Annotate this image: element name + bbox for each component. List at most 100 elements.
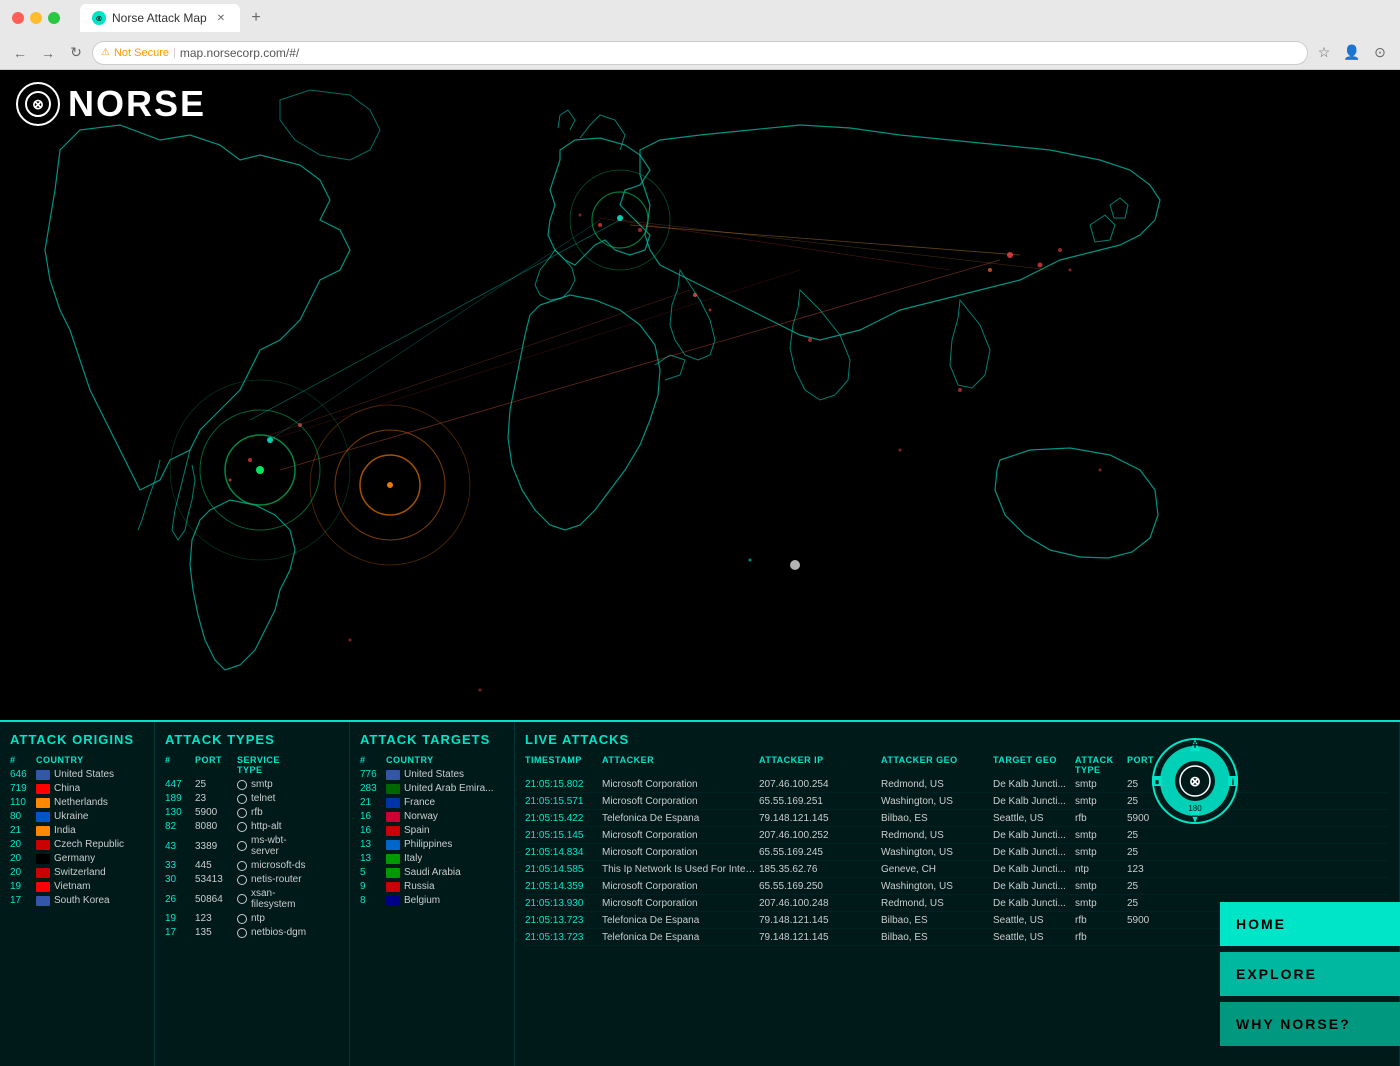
target-country: Belgium: [404, 895, 440, 906]
live-ageo: Washington, US: [881, 847, 991, 858]
types-section: ATTACK TYPES # PORT SERVICE TYPE 447 25 …: [155, 722, 350, 1066]
live-ageo: Bilbao, ES: [881, 813, 991, 824]
origins-col-country: COUNTRY: [36, 755, 114, 765]
new-tab-button[interactable]: +: [244, 6, 268, 30]
origin-count: 17: [10, 895, 34, 906]
origins-col-hash: #: [10, 755, 34, 765]
live-port: 25: [1127, 898, 1162, 909]
targets-col-hash: #: [360, 755, 384, 765]
world-map-svg: [0, 70, 1400, 720]
live-ageo: Bilbao, ES: [881, 932, 991, 943]
norse-logo-text: NORSE: [68, 83, 206, 125]
live-attacker: Telefonica De Espana: [602, 813, 757, 824]
origins-col-num: [116, 755, 144, 765]
type-count: 33: [165, 860, 193, 871]
active-tab[interactable]: ⊗ Norse Attack Map ✕: [80, 4, 240, 32]
live-ts: 21:05:15.422: [525, 813, 600, 824]
types-rows: 447 25 smtp 189 23 telnet 130 5900 rfb: [165, 779, 339, 938]
type-row: 43 3389 ms-wbt-server: [165, 835, 339, 857]
flag: [36, 882, 50, 892]
live-type: smtp: [1075, 830, 1125, 841]
target-flag: [386, 868, 400, 878]
close-button[interactable]: [12, 12, 24, 24]
origins-header: # COUNTRY: [10, 755, 144, 765]
origin-count: 19: [10, 881, 34, 892]
type-service: ntp: [251, 913, 265, 924]
live-attacker: Microsoft Corporation: [602, 796, 757, 807]
nav-home-button[interactable]: HOME: [1220, 902, 1400, 946]
target-country: Russia: [404, 881, 435, 892]
live-attacker: Microsoft Corporation: [602, 847, 757, 858]
country-name: Czech Republic: [54, 839, 124, 850]
live-attacker: Telefonica De Espana: [602, 915, 757, 926]
country-name: India: [54, 825, 76, 836]
back-button[interactable]: ←: [8, 41, 32, 65]
tab-title: Norse Attack Map: [112, 11, 207, 25]
live-port: 5900: [1127, 915, 1162, 926]
target-country: Philippines: [404, 839, 452, 850]
live-ageo: Bilbao, ES: [881, 915, 991, 926]
live-ageo: Redmond, US: [881, 779, 991, 790]
target-flag: [386, 770, 400, 780]
forward-button[interactable]: →: [36, 41, 60, 65]
right-nav-panel: HOME EXPLORE WHY NORSE?: [1200, 720, 1400, 1066]
type-icon: [237, 928, 247, 938]
live-ts: 21:05:15.145: [525, 830, 600, 841]
live-attacker: This Ip Network Is Used For Internet Sec…: [602, 864, 757, 875]
country-name: Ukraine: [54, 811, 88, 822]
reload-button[interactable]: ↻: [64, 41, 88, 65]
address-bar[interactable]: ⚠ Not Secure | map.norsecorp.com/#/: [92, 41, 1308, 65]
types-title: ATTACK TYPES: [165, 732, 339, 747]
origin-count: 719: [10, 783, 34, 794]
live-col-ts: TIMESTAMP: [525, 755, 600, 775]
extensions-button[interactable]: ⊙: [1368, 41, 1392, 65]
type-service: ms-wbt-server: [251, 835, 307, 857]
nav-why-button[interactable]: WHY NORSE?: [1220, 1002, 1400, 1046]
types-header: # PORT SERVICE TYPE: [165, 755, 339, 775]
target-flag: [386, 854, 400, 864]
tab-bar: ⊗ Norse Attack Map ✕ +: [72, 1, 276, 35]
bookmark-button[interactable]: ☆: [1312, 41, 1336, 65]
type-service: http-alt: [251, 821, 282, 832]
minimize-button[interactable]: [30, 12, 42, 24]
origin-row: 17 South Korea: [10, 895, 144, 906]
svg-text:⏸: ⏸: [1155, 777, 1160, 787]
type-service: netbios-dgm: [251, 927, 306, 938]
live-attacker: Microsoft Corporation: [602, 830, 757, 841]
origin-row: 20 Czech Republic: [10, 839, 144, 850]
type-port: 23: [195, 793, 235, 804]
origin-row: 19 Vietnam: [10, 881, 144, 892]
country-name: United States: [54, 769, 114, 780]
url-display: map.norsecorp.com/#/: [180, 46, 299, 60]
account-button[interactable]: 👤: [1340, 41, 1364, 65]
security-icon: ⚠: [101, 47, 110, 58]
nav-explore-button[interactable]: EXPLORE: [1220, 952, 1400, 996]
type-row: 447 25 smtp: [165, 779, 339, 790]
type-service: smtp: [251, 779, 273, 790]
origin-row: 719 China: [10, 783, 144, 794]
live-tgeo: Seattle, US: [993, 932, 1073, 943]
live-tgeo: De Kalb Juncti...: [993, 847, 1073, 858]
origin-count: 20: [10, 839, 34, 850]
type-row: 189 23 telnet: [165, 793, 339, 804]
window-controls: [12, 12, 60, 24]
nav-home-label: HOME: [1236, 916, 1286, 932]
origin-count: 646: [10, 769, 34, 780]
live-tgeo: De Kalb Juncti...: [993, 898, 1073, 909]
target-country: Norway: [404, 811, 438, 822]
origins-title: ATTACK ORIGINS: [10, 732, 144, 747]
live-ts: 21:05:13.930: [525, 898, 600, 909]
live-tgeo: De Kalb Juncti...: [993, 779, 1073, 790]
tab-close-button[interactable]: ✕: [214, 11, 228, 25]
target-country: Saudi Arabia: [404, 867, 461, 878]
live-attacker: Microsoft Corporation: [602, 779, 757, 790]
svg-text:+: +: [1191, 738, 1198, 752]
origin-count: 80: [10, 811, 34, 822]
maximize-button[interactable]: [48, 12, 60, 24]
live-port: 25: [1127, 847, 1162, 858]
flag: [36, 826, 50, 836]
live-ts: 21:05:14.359: [525, 881, 600, 892]
live-tgeo: De Kalb Juncti...: [993, 796, 1073, 807]
live-type: smtp: [1075, 898, 1125, 909]
flag: [36, 784, 50, 794]
